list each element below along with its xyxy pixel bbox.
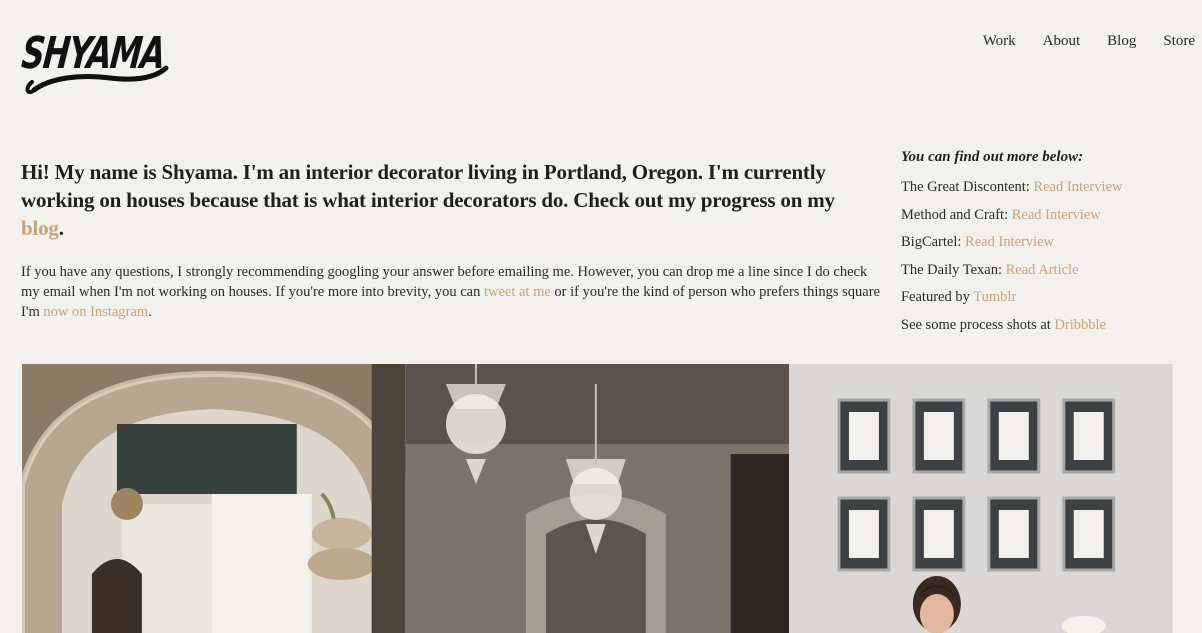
logo-wordmark: SHYAMA xyxy=(19,28,169,95)
press-sidebar: You can find out more below: The Great D… xyxy=(901,149,1201,339)
intro-body: If you have any questions, I strongly re… xyxy=(21,262,881,322)
gallery-photo-arch[interactable] xyxy=(22,364,406,633)
press-label: The Great Discontent: xyxy=(901,179,1034,195)
press-link[interactable]: Read Interview xyxy=(1012,207,1101,223)
press-label: Method and Craft: xyxy=(901,206,1012,223)
press-link[interactable]: Read Interview xyxy=(965,234,1054,250)
press-label: See some process shots at xyxy=(901,316,1055,333)
press-item: The Great Discontent: Read Interview xyxy=(901,174,1201,202)
press-label: Featured by xyxy=(901,289,974,305)
press-item: See some process shots at Dribbble xyxy=(901,312,1201,340)
nav-work[interactable]: Work xyxy=(983,33,1016,50)
photo-gallery xyxy=(22,364,1173,633)
nav-store[interactable]: Store xyxy=(1163,33,1195,50)
intro-headline: Hi! My name is Shyama. I'm an interior d… xyxy=(21,158,881,242)
headline-period: . xyxy=(58,216,64,240)
press-label: The Daily Texan: xyxy=(901,261,1006,278)
press-link[interactable]: Read Interview xyxy=(1033,179,1122,195)
twitter-link[interactable]: tweet at me xyxy=(484,284,551,300)
gallery-photo-chandelier[interactable] xyxy=(405,364,790,633)
blog-link[interactable]: blog xyxy=(21,216,59,240)
press-link[interactable]: Dribbble xyxy=(1054,317,1106,333)
headline-text: Hi! My name is Shyama. I'm an interior d… xyxy=(21,160,835,212)
shyama-logo[interactable]: SHYAMA xyxy=(19,16,170,98)
svg-text:SHYAMA: SHYAMA xyxy=(20,28,167,79)
press-link[interactable]: Read Article xyxy=(1006,262,1079,278)
instagram-link[interactable]: now on Instagram xyxy=(43,304,148,320)
body-text-3: . xyxy=(148,304,152,320)
press-item: The Daily Texan: Read Article xyxy=(901,257,1201,285)
press-item: BigCartel: Read Interview xyxy=(901,229,1201,257)
nav-blog[interactable]: Blog xyxy=(1107,33,1136,50)
sidebar-heading: You can find out more below: xyxy=(901,149,1084,165)
gallery-photo-frames[interactable] xyxy=(789,364,1173,633)
intro-section: Hi! My name is Shyama. I'm an interior d… xyxy=(21,158,881,322)
press-link[interactable]: Tumblr xyxy=(973,289,1016,305)
press-label: BigCartel: xyxy=(901,234,966,250)
press-item: Featured by Tumblr xyxy=(901,284,1201,312)
nav-about[interactable]: About xyxy=(1043,33,1081,50)
press-item: Method and Craft: Read Interview xyxy=(901,202,1201,230)
main-nav: Work About Blog Store xyxy=(983,33,1202,50)
